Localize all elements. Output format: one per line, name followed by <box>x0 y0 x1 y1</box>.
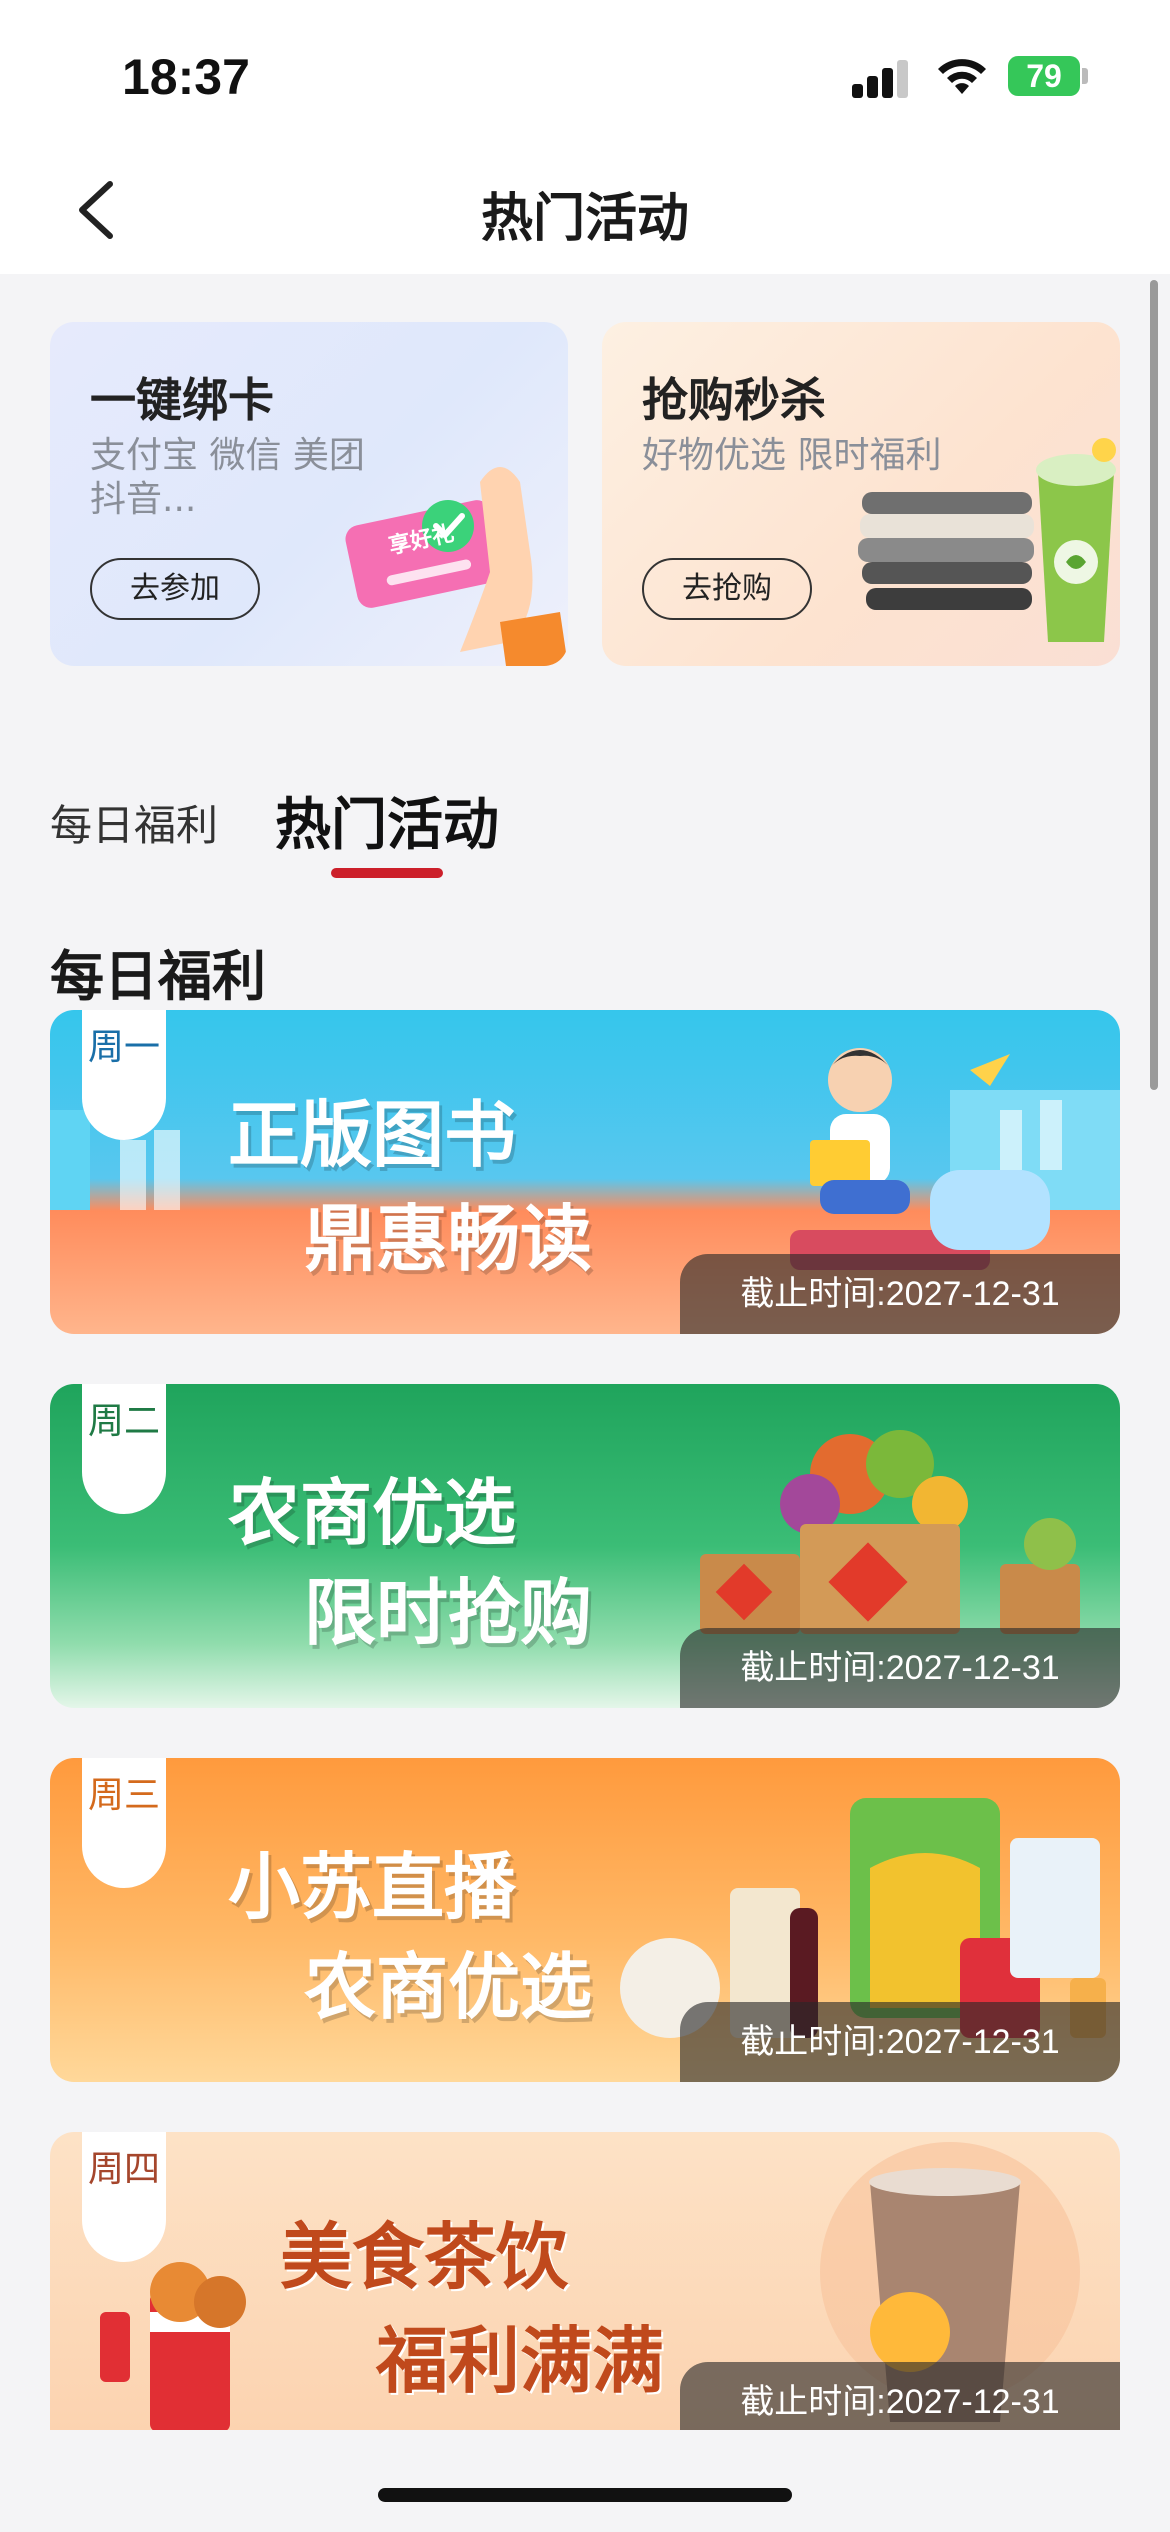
banner-slogan-line1: 美食茶饮 <box>280 2215 569 2299</box>
join-button[interactable]: 去参加 <box>90 558 260 620</box>
produce-baskets-illustration <box>700 1430 1080 1634</box>
banner-slogan-line1: 农商优选 <box>228 1471 517 1555</box>
banner-thursday-food[interactable]: 周四 美食茶饮 福利满满 截止时间:2027-12-31 <box>50 2132 1120 2432</box>
battery-level: 79 <box>1026 57 1062 94</box>
promo-title: 抢购秒杀 <box>642 373 826 427</box>
banner-slogan-line1: 正版图书 <box>228 1093 517 1177</box>
nav-bar: 热门活动 <box>0 150 1170 274</box>
home-indicator-area <box>0 2430 1170 2532</box>
tab-hot-activities[interactable]: 热门活动 <box>275 780 499 861</box>
day-tag: 周三 <box>82 1758 166 1888</box>
tab-daily-welfare[interactable]: 每日福利 <box>50 792 218 853</box>
promo-title: 一键绑卡 <box>90 373 274 427</box>
deadline-label: 截止时间:2027-12-31 <box>680 1628 1120 1708</box>
banner-slogan-line1: 小苏直播 <box>228 1845 517 1929</box>
wifi-icon <box>938 59 986 94</box>
deadline-label: 截止时间:2027-12-31 <box>680 1254 1120 1334</box>
day-tag: 周四 <box>82 2132 166 2262</box>
boy-reading-illustration <box>790 1048 1050 1270</box>
section-title: 每日福利 <box>50 945 266 1008</box>
promo-card-bind-card[interactable]: 一键绑卡 支付宝 微信 美团 抖音... 去参加 享好礼 <box>50 322 568 666</box>
banner-monday-books[interactable]: 周一 正版图书 鼎惠畅读 截止时间:2027-12-31 <box>50 1010 1120 1334</box>
banner-slogan-line2: 农商优选 <box>304 1945 593 2029</box>
active-tab-indicator <box>331 868 443 878</box>
status-time: 18:37 <box>122 49 250 105</box>
promo-card-flash-sale[interactable]: 抢购秒杀 好物优选 限时福利 去抢购 <box>602 322 1120 666</box>
home-indicator[interactable] <box>378 2488 792 2502</box>
cellular-signal-icon <box>852 58 912 98</box>
deadline-label: 截止时间:2027-12-31 <box>680 2362 1120 2432</box>
battery-tip <box>1082 68 1088 84</box>
banner-slogan-line2: 鼎惠畅读 <box>304 1197 593 1281</box>
page-title: 热门活动 <box>480 189 689 249</box>
grab-button[interactable]: 去抢购 <box>642 558 812 620</box>
day-tag: 周二 <box>82 1384 166 1514</box>
status-bar: 18:37 79 <box>0 0 1170 150</box>
scrollbar[interactable] <box>1150 280 1158 1090</box>
banner-slogan-line2: 福利满满 <box>376 2319 665 2403</box>
battery-icon: 79 <box>1008 56 1080 96</box>
banner-wednesday-live[interactable]: 周三 小苏直播 农商优选 截止时间:2027-12-31 <box>50 1758 1120 2082</box>
day-tag: 周一 <box>82 1010 166 1140</box>
banner-tuesday-produce[interactable]: 周二 农商优选 限时抢购 截止时间:2027-12-31 <box>50 1384 1120 1708</box>
deadline-label: 截止时间:2027-12-31 <box>680 2002 1120 2082</box>
towels-drink-illustration <box>858 438 1116 642</box>
banner-slogan-line2: 限时抢购 <box>304 1571 593 1655</box>
